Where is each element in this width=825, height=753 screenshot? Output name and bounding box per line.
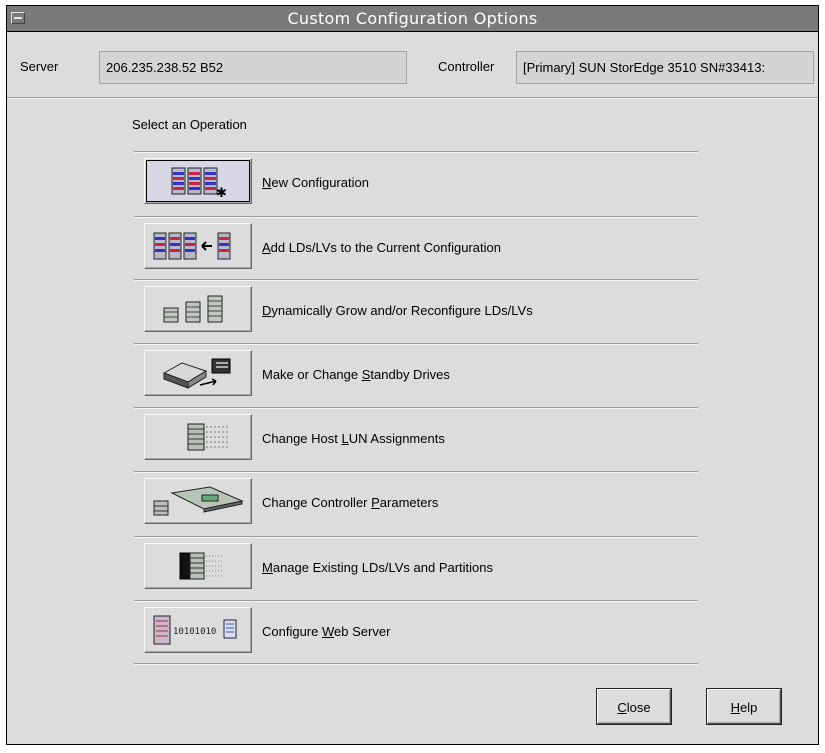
add-ld-button[interactable] [144,223,252,269]
lun-assign-button[interactable] [144,414,252,460]
title-bar[interactable]: Custom Configuration Options [7,6,818,32]
add-ld-icon [153,232,231,260]
row-divider [134,343,698,345]
new-configuration-label[interactable]: New Configuration [262,175,369,190]
controller-params-button[interactable] [144,478,252,524]
grow-ld-icon [163,295,223,323]
row-divider [134,151,698,153]
help-button[interactable]: Help [707,689,781,724]
controller-params-label[interactable]: Change Controller Parameters [262,495,438,510]
operation-row-web-server: 10101010 Configure Web Server [134,600,698,665]
new-configuration-button[interactable]: ✱ [144,158,252,204]
manage-ld-button[interactable] [144,543,252,589]
row-divider [134,407,698,409]
operation-row-new-configuration: ✱ New Configuration [134,151,698,214]
header-divider [7,97,818,99]
add-ld-label[interactable]: Add LDs/LVs to the Current Configuration [262,240,501,255]
svg-text:10101010: 10101010 [173,627,216,637]
lun-assign-icon [187,423,228,451]
row-divider [134,663,698,665]
new-configuration-icon: ✱ [171,167,227,198]
svg-text:✱: ✱ [216,185,227,198]
server-label: Server [20,59,59,74]
web-server-icon: 10101010 [153,615,237,645]
operation-row-manage-ld: Manage Existing LDs/LVs and Partitions [134,536,698,599]
dialog-window: Custom Configuration Options Server 206.… [6,5,819,745]
lun-assignments-label[interactable]: Change Host LUN Assignments [262,431,445,446]
controller-field: [Primary] SUN StorEdge 3510 SN#33413: [516,51,814,84]
web-server-label[interactable]: Configure Web Server [262,624,390,639]
controller-label: Controller [438,59,495,74]
grow-ld-button[interactable] [144,286,252,332]
operation-row-controller-params: Change Controller Parameters [134,471,698,534]
row-divider [134,536,698,538]
standby-drives-label[interactable]: Make or Change Standby Drives [262,367,450,382]
operation-row-standby-drives: Make or Change Standby Drives [134,343,698,406]
row-divider [134,600,698,602]
controller-params-icon [153,486,244,516]
manage-ld-label[interactable]: Manage Existing LDs/LVs and Partitions [262,560,493,575]
select-operation-prompt: Select an Operation [132,117,247,132]
disk-stack [171,167,218,195]
server-field: 206.235.238.52 B52 [99,51,407,84]
manage-ld-icon [179,552,222,580]
standby-drive-button[interactable] [144,350,252,396]
window-title: Custom Configuration Options [287,9,538,28]
close-button[interactable]: Close [597,689,671,724]
operation-row-add-ld: Add LDs/LVs to the Current Configuration [134,216,698,279]
grow-ld-label[interactable]: Dynamically Grow and/or Reconfigure LDs/… [262,303,533,318]
row-divider [134,279,698,281]
row-divider [134,216,698,218]
operation-row-lun-assignments: Change Host LUN Assignments [134,407,698,470]
web-server-button[interactable]: 10101010 [144,607,252,653]
standby-drive-icon [162,358,231,389]
operation-row-grow-ld: Dynamically Grow and/or Reconfigure LDs/… [134,279,698,342]
row-divider [134,471,698,473]
